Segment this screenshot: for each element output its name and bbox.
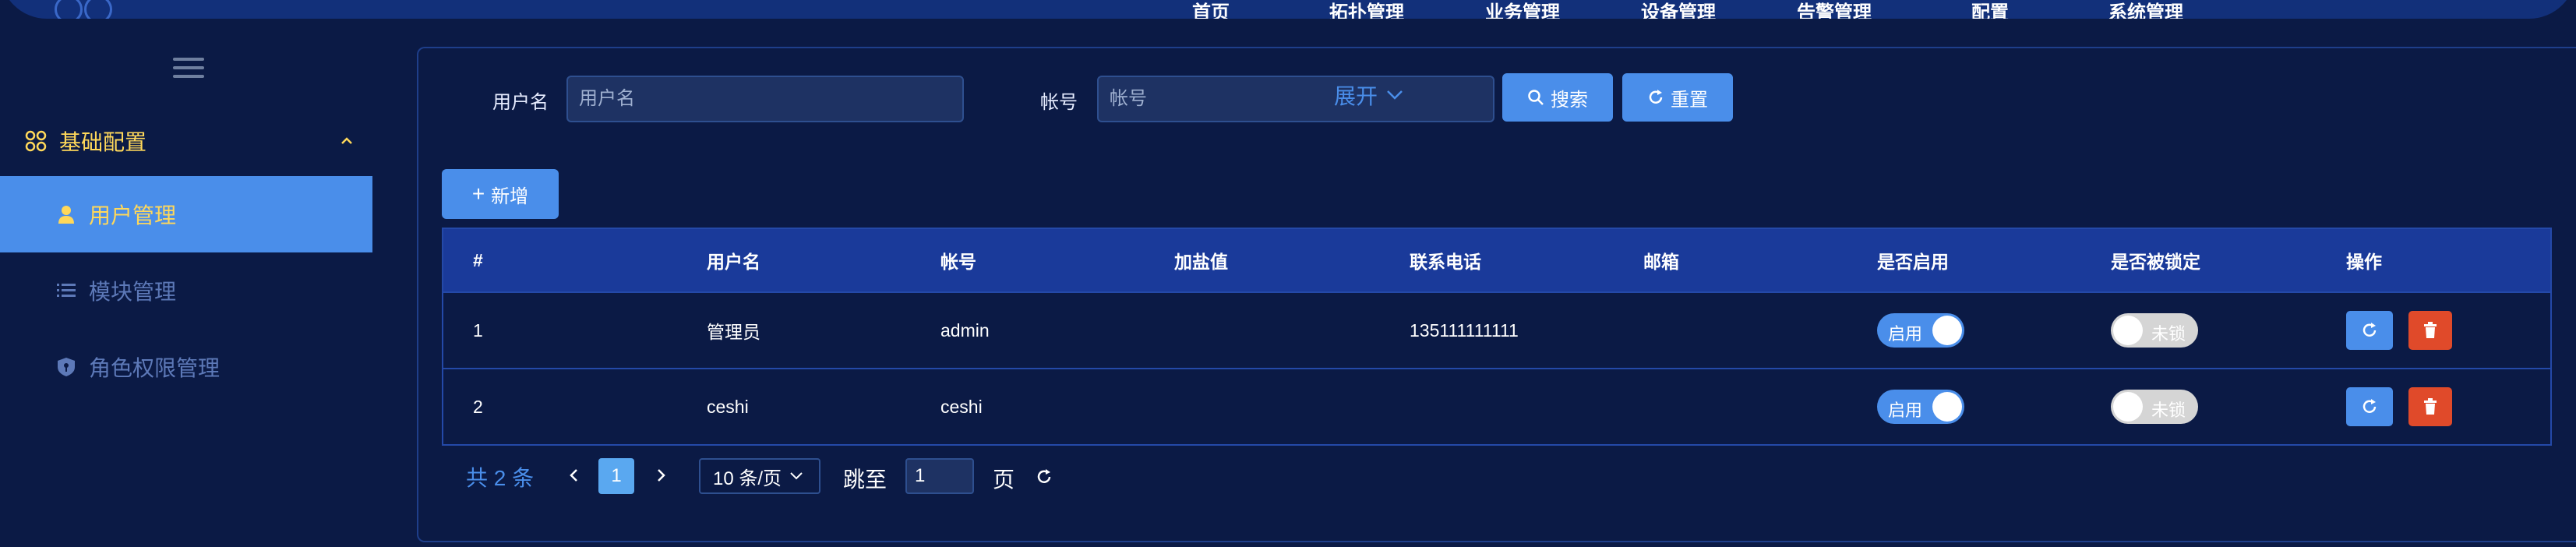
page-number-current[interactable]: 1 — [598, 458, 634, 494]
nav-devices[interactable]: 设备管理 — [1641, 0, 1716, 19]
list-icon — [57, 284, 76, 297]
cell-index: 1 — [473, 319, 483, 341]
column-header-username: 用户名 — [707, 252, 760, 272]
column-header-email: 邮箱 — [1643, 252, 1679, 272]
page-size-value: 10 条/页 — [713, 468, 782, 489]
reload-icon[interactable] — [1035, 468, 1053, 486]
search-icon — [1528, 90, 1544, 105]
sidebar-item-label: 角色权限管理 — [89, 356, 221, 380]
sidebar-item-role-permission[interactable]: 角色权限管理 — [0, 329, 372, 405]
reset-button-label: 重置 — [1671, 89, 1708, 111]
toggle-label: 未锁 — [2151, 401, 2186, 420]
account-label: 帐号 — [1040, 92, 1078, 113]
toggle-label: 未锁 — [2151, 324, 2186, 344]
reset-password-button[interactable] — [2346, 387, 2393, 426]
plus-icon: + — [471, 182, 485, 206]
grid-icon — [25, 130, 47, 152]
user-icon — [58, 206, 74, 224]
reset-password-button[interactable] — [2346, 311, 2393, 350]
pagination-total: 共 2 条 — [466, 466, 535, 490]
jump-label: 跳至 — [843, 468, 887, 492]
toggle-knob — [2113, 392, 2143, 422]
column-header-actions: 操作 — [2346, 252, 2382, 272]
column-header-enabled: 是否启用 — [1877, 252, 1949, 272]
chevron-down-icon — [1387, 90, 1403, 100]
enabled-toggle[interactable]: 启用 — [1877, 313, 1964, 348]
username-label: 用户名 — [492, 92, 549, 113]
cell-account: admin — [940, 319, 990, 341]
column-header-index: # — [473, 249, 483, 270]
search-button-label: 搜索 — [1551, 89, 1588, 111]
expand-label: 展开 — [1334, 84, 1378, 108]
sidebar-group-label: 基础配置 — [59, 130, 147, 154]
chevron-down-icon — [790, 472, 803, 480]
logo-icon — [55, 0, 83, 19]
sidebar-item-label: 用户管理 — [89, 203, 177, 228]
locked-toggle[interactable]: 未锁 — [2111, 390, 2198, 424]
cell-username: 管理员 — [707, 322, 760, 342]
sidebar-group-basic-config[interactable]: 基础配置 — [23, 122, 366, 161]
page-size-select[interactable]: 10 条/页 — [699, 458, 820, 494]
reset-button[interactable]: 重置 — [1622, 73, 1733, 122]
nav-home[interactable]: 首页 — [1192, 0, 1230, 19]
sidebar-item-label: 模块管理 — [89, 280, 177, 304]
refresh-icon — [2363, 323, 2377, 337]
sidebar-item-user-management[interactable]: 用户管理 — [0, 176, 372, 252]
nav-topology[interactable]: 拓扑管理 — [1329, 0, 1404, 19]
delete-button[interactable] — [2408, 311, 2452, 350]
add-button-label: 新增 — [491, 185, 529, 207]
chevron-up-icon — [341, 137, 352, 144]
menu-toggle-icon[interactable] — [173, 58, 204, 83]
username-input[interactable] — [566, 76, 964, 122]
table-header: # 用户名 帐号 加盐值 联系电话 邮箱 是否启用 是否被锁定 操作 — [443, 229, 2550, 291]
sidebar: 基础配置 用户管理 模块管理 角色权限管理 — [0, 19, 372, 547]
table-row: 1 管理员 admin 135111111111 启用 未锁 — [443, 291, 2550, 368]
reload-icon — [1649, 90, 1663, 104]
top-navigation: 首页 拓扑管理 业务管理 设备管理 告警管理 配置 系统管理 — [0, 0, 2576, 19]
jump-page-input[interactable] — [905, 458, 974, 494]
toggle-knob — [2113, 316, 2143, 345]
nav-config[interactable]: 配置 — [1971, 0, 2009, 19]
nav-alarms[interactable]: 告警管理 — [1797, 0, 1872, 19]
nav-system[interactable]: 系统管理 — [2108, 0, 2183, 19]
column-header-locked: 是否被锁定 — [2111, 252, 2200, 272]
column-header-salt: 加盐值 — [1174, 252, 1228, 272]
delete-button[interactable] — [2408, 387, 2452, 426]
page-suffix-label: 页 — [993, 468, 1015, 492]
user-table: # 用户名 帐号 加盐值 联系电话 邮箱 是否启用 是否被锁定 操作 1 管理员… — [442, 228, 2552, 446]
add-button[interactable]: + 新增 — [442, 169, 559, 219]
shield-icon — [58, 358, 75, 376]
logo-icon — [84, 0, 112, 19]
sidebar-item-module-management[interactable]: 模块管理 — [0, 252, 372, 329]
chevron-right-icon — [658, 469, 665, 482]
next-page-button[interactable] — [649, 460, 672, 491]
trash-icon — [2424, 398, 2437, 415]
enabled-toggle[interactable]: 启用 — [1877, 390, 1964, 424]
column-header-phone: 联系电话 — [1410, 252, 1481, 272]
refresh-icon — [2363, 399, 2377, 413]
cell-index: 2 — [473, 396, 483, 417]
cell-username: ceshi — [707, 396, 749, 417]
cell-account: ceshi — [940, 396, 983, 417]
search-button[interactable]: 搜索 — [1502, 73, 1613, 122]
toggle-knob — [1932, 316, 1962, 345]
expand-toggle[interactable]: 展开 — [1334, 79, 1404, 111]
toggle-knob — [1932, 392, 1962, 422]
trash-icon — [2424, 322, 2437, 338]
toggle-label: 启用 — [1888, 324, 1923, 344]
chevron-left-icon — [570, 469, 577, 482]
prev-page-button[interactable] — [563, 460, 586, 491]
nav-business[interactable]: 业务管理 — [1485, 0, 1560, 19]
table-row: 2 ceshi ceshi 启用 未锁 — [443, 368, 2550, 444]
cell-phone: 135111111111 — [1410, 319, 1519, 341]
toggle-label: 启用 — [1888, 401, 1923, 420]
locked-toggle[interactable]: 未锁 — [2111, 313, 2198, 348]
column-header-account: 帐号 — [940, 252, 976, 272]
account-input[interactable] — [1097, 76, 1494, 122]
